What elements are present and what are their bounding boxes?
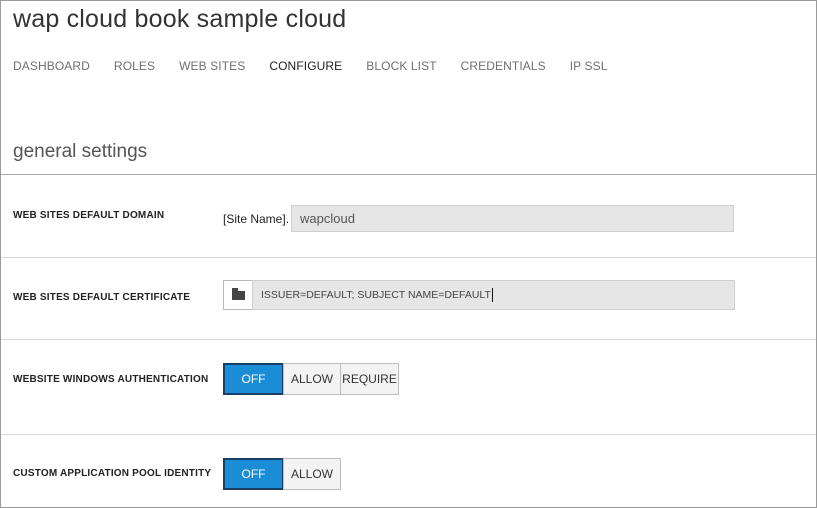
row-divider xyxy=(1,339,816,340)
section-title: general settings xyxy=(13,141,148,162)
windows-auth-label: WEBSITE WINDOWS AUTHENTICATION xyxy=(13,374,209,385)
app-pool-identity-toggle: OFF ALLOW xyxy=(223,458,341,490)
nav-tabs: DASHBOARD ROLES WEB SITES CONFIGURE BLOC… xyxy=(13,59,632,73)
tab-roles[interactable]: ROLES xyxy=(114,59,155,73)
windows-auth-toggle: OFF ALLOW REQUIRE xyxy=(223,363,399,395)
configure-page: wap cloud book sample cloud DASHBOARD RO… xyxy=(0,0,817,508)
default-certificate-input[interactable]: ISSUER=DEFAULT; SUBJECT NAME=DEFAULT xyxy=(252,280,735,310)
row-divider xyxy=(1,434,816,435)
tab-configure[interactable]: CONFIGURE xyxy=(269,59,342,73)
tab-credentials[interactable]: CREDENTIALS xyxy=(461,59,546,73)
row-divider xyxy=(1,257,816,258)
text-caret xyxy=(491,288,493,302)
app-pool-allow-option[interactable]: ALLOW xyxy=(283,458,341,490)
default-certificate-value: ISSUER=DEFAULT; SUBJECT NAME=DEFAULT xyxy=(261,289,491,301)
windows-auth-allow-option[interactable]: ALLOW xyxy=(283,363,341,395)
section-divider xyxy=(1,174,816,175)
folder-icon xyxy=(231,287,245,300)
tab-ip-ssl[interactable]: IP SSL xyxy=(570,59,608,73)
default-certificate-label: WEB SITES DEFAULT CERTIFICATE xyxy=(13,292,191,303)
default-domain-label: WEB SITES DEFAULT DOMAIN xyxy=(13,210,165,221)
site-name-prefix: [Site Name]. xyxy=(223,212,290,226)
default-domain-input[interactable]: wapcloud xyxy=(291,205,734,232)
default-domain-value: wapcloud xyxy=(300,211,355,226)
app-pool-identity-label: CUSTOM APPLICATION POOL IDENTITY xyxy=(13,468,212,479)
certificate-browse-button[interactable] xyxy=(223,280,253,310)
windows-auth-off-option[interactable]: OFF xyxy=(223,363,284,395)
app-pool-off-option[interactable]: OFF xyxy=(223,458,284,490)
tab-block-list[interactable]: BLOCK LIST xyxy=(366,59,436,73)
tab-dashboard[interactable]: DASHBOARD xyxy=(13,59,90,73)
tab-web-sites[interactable]: WEB SITES xyxy=(179,59,245,73)
windows-auth-require-option[interactable]: REQUIRE xyxy=(340,363,399,395)
page-title: wap cloud book sample cloud xyxy=(13,5,347,33)
